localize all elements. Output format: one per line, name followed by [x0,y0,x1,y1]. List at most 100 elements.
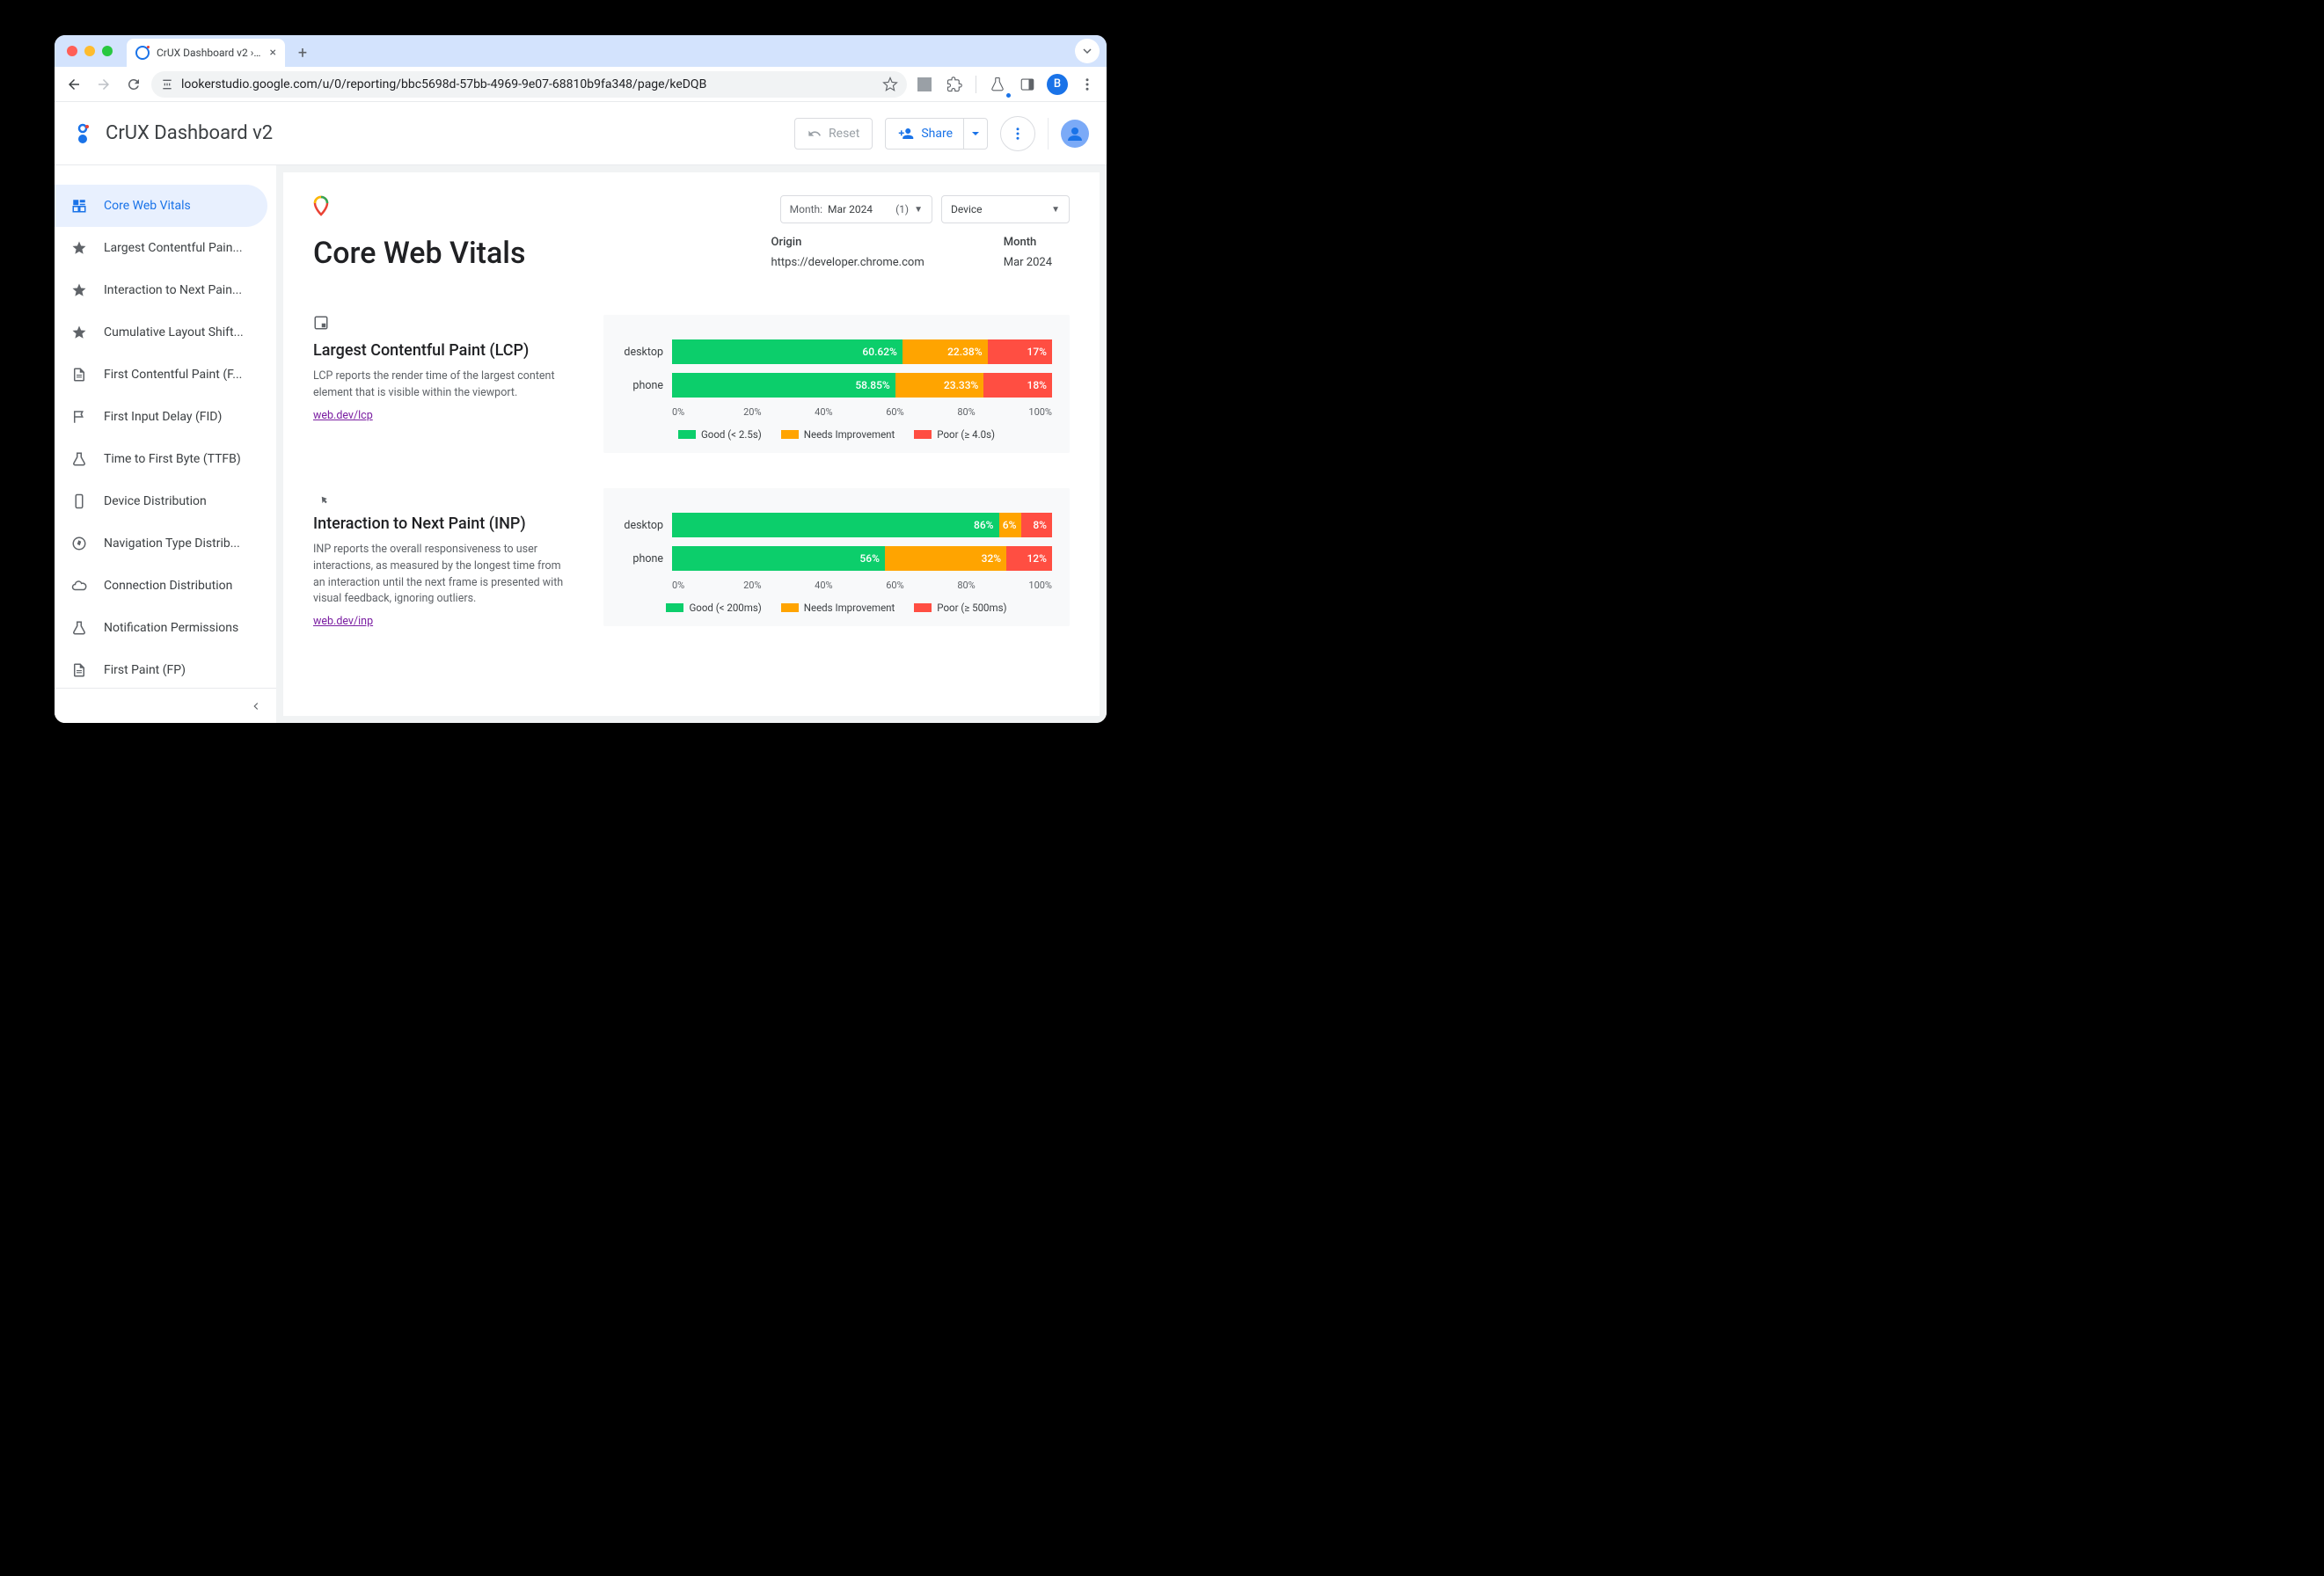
sidebar-item-largest-contentful-pain[interactable]: Largest Contentful Pain... [55,227,267,269]
close-window-icon[interactable] [67,46,77,56]
share-dropdown-button[interactable] [963,119,987,149]
bar-track: 56%32%12% [672,546,1052,571]
person-icon [1064,123,1085,144]
sidebar-item-notification-permissions[interactable]: Notification Permissions [55,607,267,649]
metric-lcp: Largest Contentful Paint (LCP)LCP report… [313,315,1070,453]
extension-icon[interactable] [912,72,937,97]
arrow-left-icon [66,77,82,92]
share-button[interactable]: Share [885,118,988,150]
month-value: Mar 2024 [1004,256,1052,269]
swatch-icon [678,430,696,439]
back-button[interactable] [62,72,86,97]
more-options-button[interactable] [1000,116,1035,151]
axis-tick: 100% [1028,580,1052,591]
arrow-right-icon [96,77,112,92]
legend-item-needs-improvement: Needs Improvement [781,602,895,614]
caret-down-icon: ▼ [914,205,923,215]
sidebar-item-label: Notification Permissions [104,621,238,635]
device-filter[interactable]: Device ▼ [941,195,1070,223]
sidebar-item-connection-distribution[interactable]: Connection Distribution [55,565,267,607]
profile-button[interactable]: B [1045,72,1070,97]
puzzle-icon [946,77,962,92]
tab-overflow-button[interactable] [1075,39,1100,63]
bookmark-star-icon[interactable] [882,77,898,92]
tab-favicon-icon [135,46,150,60]
bar-segment-poor: 18% [983,373,1052,398]
bar-track: 86%6%8% [672,513,1052,537]
bar-segment-poor: 12% [1006,546,1052,571]
collapse-sidebar-button[interactable] [55,688,276,723]
flask-icon [990,77,1005,92]
star-icon [70,282,88,298]
sidebar-item-label: Navigation Type Distrib... [104,536,240,551]
legend-item-good: Good (< 200ms) [666,602,761,614]
extensions-button[interactable] [942,72,967,97]
month-filter[interactable]: Month: Mar 2024 (1) ▼ [780,195,932,223]
avatar-badge: B [1047,74,1068,95]
bar-category-label: phone [621,379,672,392]
divider [1048,118,1049,150]
month-meta: Month Mar 2024 [1004,236,1052,269]
report-canvas[interactable]: Month: Mar 2024 (1) ▼ Device ▼ Core Web … [276,165,1107,723]
maximize-window-icon[interactable] [102,46,113,56]
metric-link[interactable]: web.dev/lcp [313,409,373,422]
axis-tick: 60% [886,406,957,418]
url-field[interactable]: lookerstudio.google.com/u/0/reporting/bb… [151,71,907,98]
flask-icon [70,620,88,636]
sidebar-item-first-input-delay-fid[interactable]: First Input Delay (FID) [55,396,267,438]
metric-icon [313,315,568,331]
metric-chart[interactable]: desktop86%6%8%phone56%32%12%0%20%40%60%8… [603,488,1070,626]
sidebar-item-label: Largest Contentful Pain... [104,241,243,255]
app-body: Core Web Vitals Largest Contentful Pain..… [55,165,1107,723]
sidebar-item-cumulative-layout-shift[interactable]: Cumulative Layout Shift... [55,311,267,354]
bar-segment-poor: 17% [988,339,1052,364]
bar-row: desktop86%6%8% [621,513,1052,537]
caret-down-icon [971,129,980,138]
origin-value: https://developer.chrome.com [771,256,924,269]
sidebar-item-first-paint-fp[interactable]: First Paint (FP) [55,649,267,691]
sidebar-item-label: First Paint (FP) [104,663,186,677]
site-settings-icon[interactable] [160,77,174,91]
tab-strip: CrUX Dashboard v2 › Core W... × + [55,35,1107,67]
labs-button[interactable] [985,72,1010,97]
sidebar-item-navigation-type-distrib[interactable]: Navigation Type Distrib... [55,522,267,565]
bar-track: 60.62%22.38%17% [672,339,1052,364]
browser-tab[interactable]: CrUX Dashboard v2 › Core W... × [127,39,285,67]
sidebar-item-first-contentful-paint-f[interactable]: First Contentful Paint (F... [55,354,267,396]
metric-link[interactable]: web.dev/inp [313,615,373,628]
browser-menu-button[interactable] [1075,72,1100,97]
close-tab-icon[interactable]: × [270,46,276,60]
sidebar-item-interaction-to-next-pain[interactable]: Interaction to Next Pain... [55,269,267,311]
month-label: Month [1004,236,1052,249]
report-page: Month: Mar 2024 (1) ▼ Device ▼ Core Web … [283,172,1100,716]
dashboard-icon [70,198,88,214]
sidebar-item-time-to-first-byte-ttfb[interactable]: Time to First Byte (TTFB) [55,438,267,480]
reset-button[interactable]: Reset [794,118,873,150]
bar-row: phone56%32%12% [621,546,1052,571]
metric-chart[interactable]: desktop60.62%22.38%17%phone58.85%23.33%1… [603,315,1070,453]
account-button[interactable] [1061,120,1089,148]
bar-segment-good: 58.85% [672,373,895,398]
side-panel-button[interactable] [1015,72,1040,97]
window-controls [63,35,120,67]
minimize-window-icon[interactable] [84,46,95,56]
bar-segment-good: 86% [672,513,999,537]
reload-button[interactable] [121,72,146,97]
metric-description: Interaction to Next Paint (INP)INP repor… [313,488,568,628]
forward-button[interactable] [91,72,116,97]
swatch-icon [914,603,932,612]
url-bar: lookerstudio.google.com/u/0/reporting/bb… [55,67,1107,102]
metric-desc: LCP reports the render time of the large… [313,368,568,402]
sidebar-item-label: Device Distribution [104,494,207,508]
legend-label: Poor (≥ 4.0s) [937,428,995,441]
doc-icon [70,367,88,383]
bar-category-label: desktop [621,519,672,532]
bar-category-label: desktop [621,346,672,359]
share-label: Share [921,127,953,141]
sidebar-item-device-distribution[interactable]: Device Distribution [55,480,267,522]
metric-description: Largest Contentful Paint (LCP)LCP report… [313,315,568,422]
bar-row: desktop60.62%22.38%17% [621,339,1052,364]
new-tab-button[interactable]: + [290,40,315,65]
axis-tick: 80% [957,580,1028,591]
sidebar-item-core-web-vitals[interactable]: Core Web Vitals [55,185,267,227]
